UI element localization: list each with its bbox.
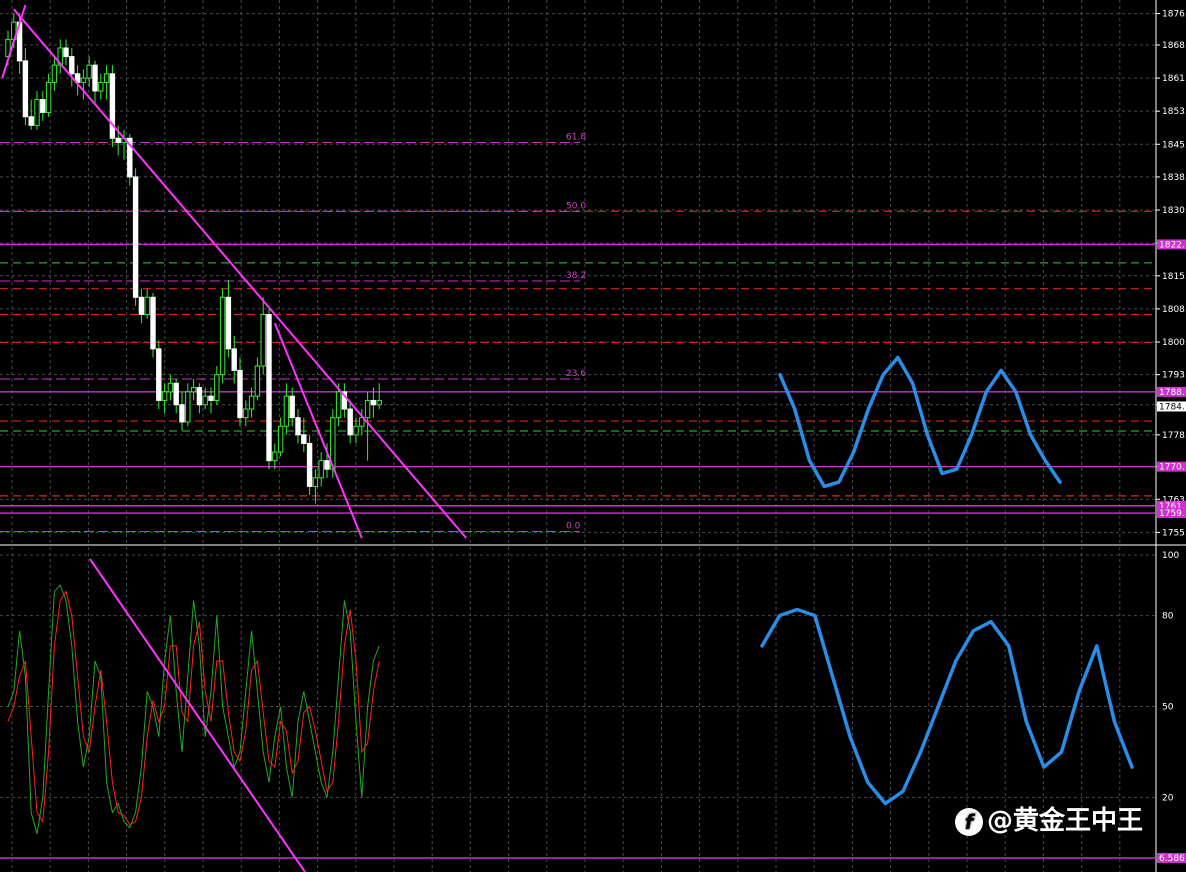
candle-body xyxy=(173,382,179,406)
candle-body xyxy=(277,425,284,453)
level-price-label: 1759. xyxy=(1159,509,1185,519)
candle-body xyxy=(202,395,208,406)
candle-body xyxy=(28,116,34,126)
candle-body xyxy=(260,313,266,367)
candle-body xyxy=(196,387,203,406)
price-tick-label: 1861. xyxy=(1162,74,1186,84)
candle-body xyxy=(144,296,150,315)
candle-body xyxy=(98,81,104,92)
stoch-tick-label: 80 xyxy=(1162,612,1174,622)
stoch-tick-label: 100 xyxy=(1162,551,1179,561)
candle-body xyxy=(138,296,145,315)
candle-body xyxy=(34,99,40,126)
candle-body xyxy=(51,64,58,83)
price-tick-label: 1808. xyxy=(1162,305,1186,315)
candle-body xyxy=(243,408,249,419)
candle-body xyxy=(318,460,324,479)
candle-body xyxy=(109,73,116,139)
price-tick-label: 1830. xyxy=(1162,206,1186,216)
current-price-label: 1784. xyxy=(1159,402,1185,412)
circle-f-logo-icon: f xyxy=(955,807,983,836)
stoch-tick-label: 50 xyxy=(1162,703,1174,713)
candle-body xyxy=(167,382,174,393)
candle-body xyxy=(185,391,191,423)
price-tick-label: 1868. xyxy=(1162,41,1186,51)
stoch-trendline xyxy=(89,558,306,872)
candle-body xyxy=(306,442,313,487)
watermark-text: @黄金王中王 xyxy=(987,806,1144,836)
candle-body xyxy=(364,399,371,419)
price-tick-label: 1800. xyxy=(1162,338,1186,348)
candle-body xyxy=(295,417,301,436)
candle-body xyxy=(150,296,156,350)
price-tick-label: 1838. xyxy=(1162,173,1186,183)
candle-body xyxy=(324,460,330,470)
candle-body xyxy=(208,395,214,401)
fib-level-label: 50.0 xyxy=(566,201,586,211)
stoch-tick-label: 20 xyxy=(1162,793,1174,803)
candle-body xyxy=(190,387,197,393)
price-tick-label: 1815. xyxy=(1162,272,1186,282)
candle-body xyxy=(272,451,278,462)
trendline xyxy=(13,8,467,539)
candle-body xyxy=(301,434,307,444)
candle-body xyxy=(231,348,237,371)
candle-body xyxy=(283,395,290,427)
level-price-label: 1788. xyxy=(1159,388,1185,398)
fib-level-label: 23.6 xyxy=(566,369,586,379)
candle-body xyxy=(103,73,110,83)
level-price-label: 1822. xyxy=(1159,240,1185,250)
candle-body xyxy=(214,374,220,401)
candle-body xyxy=(22,60,29,118)
chart-svg: 1876. 1868. 1861. 1853. 1845. 1838. 1830. 1822.… xyxy=(0,0,1186,872)
fib-level-label: 61.8 xyxy=(566,133,586,143)
fib-level-label: 0.0 xyxy=(566,522,581,532)
price-tick-label: 1793. xyxy=(1162,371,1186,381)
candle-body xyxy=(335,391,342,419)
candle-body xyxy=(80,77,87,83)
candle-body xyxy=(370,399,377,406)
candle-body xyxy=(254,365,261,397)
candle-body xyxy=(347,408,353,436)
candle-body xyxy=(69,56,75,75)
candle-body xyxy=(353,425,359,436)
candle-body xyxy=(161,391,168,401)
candle-body xyxy=(92,64,98,92)
level-price-label: 1770. xyxy=(1159,463,1185,473)
candle-body xyxy=(115,137,121,144)
price-tick-label: 1778. xyxy=(1162,431,1186,441)
candle-body xyxy=(156,348,162,401)
candle-body xyxy=(237,369,243,419)
candle-body xyxy=(132,176,139,298)
price-tick-label: 1876. xyxy=(1162,10,1186,20)
watermark: f @黄金王中王 xyxy=(955,800,1143,837)
price-tick-label: 1755. xyxy=(1162,528,1186,538)
candle-body xyxy=(86,64,92,79)
candle-body xyxy=(40,99,46,113)
fib-level-label: 38.2 xyxy=(566,271,586,281)
candle-body xyxy=(225,296,232,350)
candle-body xyxy=(376,399,382,406)
candle-body xyxy=(248,395,255,410)
candle-body xyxy=(63,47,69,58)
chart-stage: 1876. 1868. 1861. 1853. 1845. 1838. 1830. 1822.… xyxy=(0,0,1186,872)
candle-body xyxy=(179,404,185,423)
candle-body xyxy=(219,296,226,376)
candle-body xyxy=(312,477,319,487)
price-tick-label: 1845. xyxy=(1162,140,1186,150)
candle-body xyxy=(45,81,52,113)
price-tick-label: 1853. xyxy=(1162,107,1186,117)
stoch-level-label: 6.586 xyxy=(1159,854,1185,864)
candle-body xyxy=(289,395,295,419)
candle-body xyxy=(266,313,272,462)
